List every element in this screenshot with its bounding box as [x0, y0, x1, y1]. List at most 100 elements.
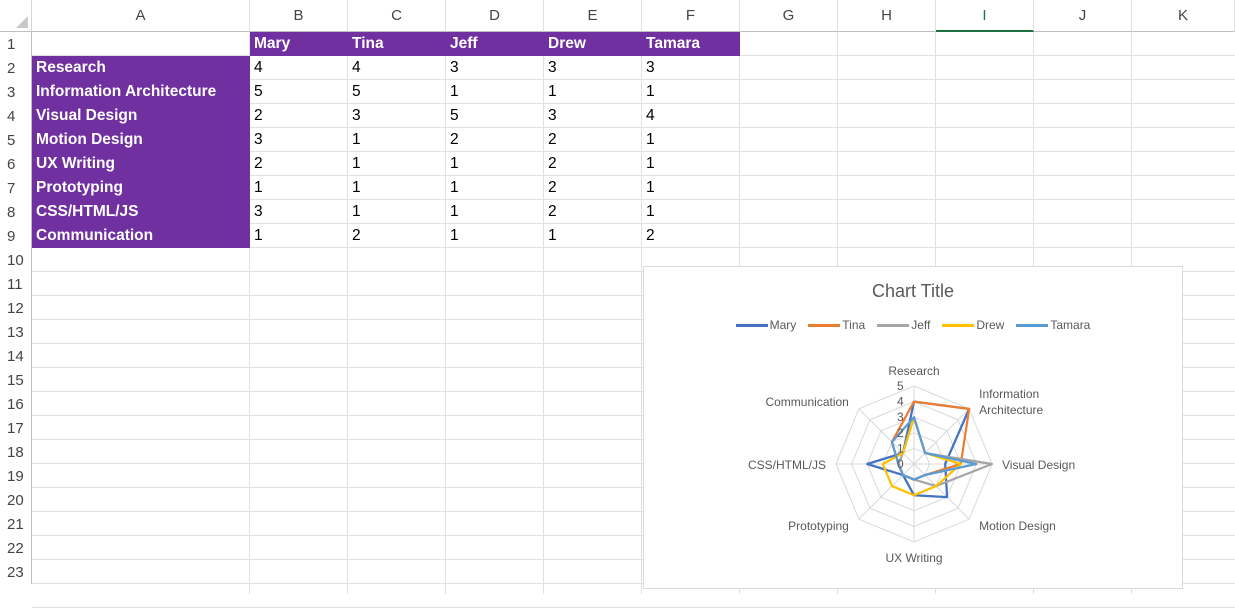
row-header-15[interactable]: 15	[0, 368, 32, 392]
value-cell[interactable]: 1	[446, 176, 544, 200]
value-cell[interactable]: 1	[250, 224, 348, 248]
row-label-cell[interactable]: UX Writing	[32, 152, 250, 176]
value-cell[interactable]: 4	[250, 56, 348, 80]
radar-category-label: Communication	[765, 395, 848, 409]
column-header-k[interactable]: K	[1132, 0, 1235, 32]
value-cell[interactable]: 1	[348, 200, 446, 224]
radar-category-label-line: Information	[979, 387, 1039, 401]
value-cell[interactable]: 2	[544, 200, 642, 224]
value-cell[interactable]: 1	[642, 152, 740, 176]
value-cell[interactable]: 3	[642, 56, 740, 80]
row-header-14[interactable]: 14	[0, 344, 32, 368]
radar-category-label: CSS/HTML/JS	[748, 458, 826, 472]
value-cell[interactable]: 1	[642, 200, 740, 224]
column-header-h[interactable]: H	[838, 0, 936, 32]
value-cell[interactable]: 1	[250, 176, 348, 200]
row-header-4[interactable]: 4	[0, 104, 32, 128]
row-header-16[interactable]: 16	[0, 392, 32, 416]
value-cell[interactable]: 1	[446, 224, 544, 248]
row-label-cell[interactable]: Research	[32, 56, 250, 80]
radar-category-label: Prototyping	[788, 519, 849, 533]
row-label-cell[interactable]: Prototyping	[32, 176, 250, 200]
row-header-19[interactable]: 19	[0, 464, 32, 488]
value-cell[interactable]: 5	[446, 104, 544, 128]
value-cell[interactable]: 2	[544, 176, 642, 200]
row-header-21[interactable]: 21	[0, 512, 32, 536]
value-cell[interactable]: 2	[446, 128, 544, 152]
row-header-2[interactable]: 2	[0, 56, 32, 80]
row-header-17[interactable]: 17	[0, 416, 32, 440]
column-header-b[interactable]: B	[250, 0, 348, 32]
select-all-corner[interactable]	[0, 0, 32, 32]
header-cell-drew[interactable]: Drew	[544, 32, 642, 56]
row-header-9[interactable]: 9	[0, 224, 32, 248]
header-cell-mary[interactable]: Mary	[250, 32, 348, 56]
value-cell[interactable]: 1	[446, 200, 544, 224]
row-header-6[interactable]: 6	[0, 152, 32, 176]
column-header-a[interactable]: A	[32, 0, 250, 32]
header-cell-jeff[interactable]: Jeff	[446, 32, 544, 56]
column-header-i[interactable]: I	[936, 0, 1034, 32]
row-header-10[interactable]: 10	[0, 248, 32, 272]
row-header-22[interactable]: 22	[0, 536, 32, 560]
value-cell[interactable]: 1	[348, 152, 446, 176]
value-cell[interactable]: 2	[544, 152, 642, 176]
value-cell[interactable]: 1	[348, 128, 446, 152]
value-cell[interactable]: 3	[544, 56, 642, 80]
value-cell[interactable]: 3	[250, 200, 348, 224]
row-label-cell[interactable]: Communication	[32, 224, 250, 248]
value-cell[interactable]: 5	[250, 80, 348, 104]
series-line-mary	[866, 400, 971, 499]
column-header-g[interactable]: G	[740, 0, 838, 32]
value-cell[interactable]: 2	[544, 128, 642, 152]
value-cell[interactable]: 5	[348, 80, 446, 104]
row-header-18[interactable]: 18	[0, 440, 32, 464]
row-header-12[interactable]: 12	[0, 296, 32, 320]
radar-tick-label: 2	[897, 426, 904, 440]
header-cell-tamara[interactable]: Tamara	[642, 32, 740, 56]
value-cell[interactable]: 1	[348, 176, 446, 200]
row-header-5[interactable]: 5	[0, 128, 32, 152]
value-cell[interactable]: 1	[544, 224, 642, 248]
value-cell[interactable]: 1	[544, 80, 642, 104]
value-cell[interactable]: 2	[250, 152, 348, 176]
value-cell[interactable]: 1	[642, 176, 740, 200]
row-header-13[interactable]: 13	[0, 320, 32, 344]
row-label-cell[interactable]: CSS/HTML/JS	[32, 200, 250, 224]
value-cell[interactable]: 2	[250, 104, 348, 128]
radar-tick-label: 4	[897, 395, 904, 409]
value-cell[interactable]: 1	[446, 80, 544, 104]
value-cell[interactable]: 3	[250, 128, 348, 152]
column-header-c[interactable]: C	[348, 0, 446, 32]
row-header-8[interactable]: 8	[0, 200, 32, 224]
column-header-j[interactable]: J	[1034, 0, 1132, 32]
value-cell[interactable]: 1	[642, 80, 740, 104]
row-label-cell[interactable]: Information Architecture	[32, 80, 250, 104]
value-cell[interactable]: 4	[642, 104, 740, 128]
value-cell[interactable]: 1	[446, 152, 544, 176]
column-header-e[interactable]: E	[544, 0, 642, 32]
value-cell[interactable]: 3	[348, 104, 446, 128]
row-header-23[interactable]: 23	[0, 560, 32, 584]
column-header-d[interactable]: D	[446, 0, 544, 32]
row-header-11[interactable]: 11	[0, 272, 32, 296]
row-header-3[interactable]: 3	[0, 80, 32, 104]
row-label-cell[interactable]: Motion Design	[32, 128, 250, 152]
row-header-20[interactable]: 20	[0, 488, 32, 512]
row-header-1[interactable]: 1	[0, 32, 32, 56]
value-cell[interactable]: 2	[642, 224, 740, 248]
radar-category-label-line: Communication	[765, 395, 848, 409]
row-header-7[interactable]: 7	[0, 176, 32, 200]
value-cell[interactable]: 2	[348, 224, 446, 248]
value-cell[interactable]: 3	[544, 104, 642, 128]
radar-plot[interactable]: 0 12 34 5Research Information Architecture Vis…	[644, 267, 1184, 590]
value-cell[interactable]: 1	[642, 128, 740, 152]
value-cell[interactable]: 4	[348, 56, 446, 80]
value-cell[interactable]: 3	[446, 56, 544, 80]
radar-chart[interactable]: Chart Title Mary Tina Jeff Drew Tamara 01234…	[643, 266, 1183, 589]
radar-category-label-line: CSS/HTML/JS	[748, 458, 826, 472]
header-cell-tina[interactable]: Tina	[348, 32, 446, 56]
row-label-cell[interactable]: Visual Design	[32, 104, 250, 128]
radar-tick-label: 5	[897, 379, 904, 393]
column-header-f[interactable]: F	[642, 0, 740, 32]
